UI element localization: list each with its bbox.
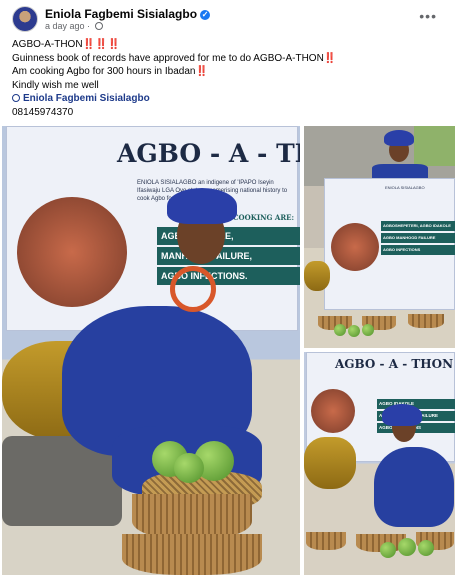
banner-title: AGBO - A - THON — [335, 357, 454, 371]
banner-photo-circle — [311, 389, 355, 433]
post-line: Kindly wish me well — [12, 79, 99, 91]
banner-photo-circle — [17, 197, 127, 307]
green-fruit — [380, 542, 396, 558]
banner-band-1: AGBOSHEPETERI, AGBO IDAKOLE — [381, 221, 455, 231]
banner-band-3: AGBO INFECTIONS — [381, 245, 455, 255]
globe-icon — [94, 22, 103, 30]
green-fruit — [362, 324, 374, 336]
gele-headwrap — [384, 130, 414, 146]
author-name-text[interactable]: Eniola Fagbemi Sisialagbo — [45, 7, 197, 21]
post-line: AGBO-A-THON‼️‼️‼️ — [12, 39, 120, 50]
tree — [414, 126, 455, 166]
banner-subtitle: ENIOLA SISIALAGBO — [385, 185, 425, 190]
verified-check-icon: ✓ — [200, 10, 211, 20]
coral-beads — [170, 266, 216, 312]
banner-photo-circle — [331, 223, 379, 271]
avatar[interactable] — [12, 6, 38, 32]
banner: ENIOLA SISIALAGBO AGBOSHEPETERI, AGBO ID… — [324, 178, 455, 310]
mention-icon — [12, 94, 20, 102]
gele-headwrap — [382, 404, 422, 426]
author-name[interactable]: Eniola Fagbemi Sisialagbo ✓ — [45, 7, 211, 21]
basket — [122, 534, 262, 575]
basket — [132, 494, 252, 539]
banner-band-2: AGBO MANHOOD FAILURE — [381, 233, 455, 243]
post-header: Eniola Fagbemi Sisialagbo ✓ a day ago · •… — [10, 6, 447, 32]
post-meta: a day ago · — [45, 21, 103, 31]
cooking-pot — [304, 261, 330, 291]
photo-top-right[interactable]: ENIOLA SISIALAGBO AGBOSHEPETERI, AGBO ID… — [304, 126, 455, 348]
mention-link[interactable]: Eniola Fagbemi Sisialagbo — [12, 92, 442, 106]
photo-grid: AGBO - A - THON ENIOLA SISIALAGBO an ind… — [2, 126, 455, 575]
cooking-pot — [304, 437, 356, 489]
basket — [306, 532, 346, 550]
gele-headwrap — [167, 188, 237, 224]
timestamp[interactable]: a day ago — [45, 21, 85, 31]
post-line: Am cooking Agbo for 300 hours in Ibadan‼… — [12, 66, 208, 77]
woman-figure — [374, 447, 454, 527]
facebook-post: Eniola Fagbemi Sisialagbo ✓ a day ago · •… — [0, 0, 457, 575]
green-fruit — [398, 538, 416, 556]
post-text: AGBO-A-THON‼️‼️‼️ Guinness book of recor… — [12, 38, 442, 119]
banner: AGBO - A - THON ENIOLA SISIALAGBO an ind… — [6, 126, 300, 331]
green-fruit — [348, 325, 360, 337]
mention-text[interactable]: Eniola Fagbemi Sisialagbo — [23, 93, 150, 104]
post-line: Guinness book of records have approved f… — [12, 52, 337, 64]
phone-number: 08145974370 — [12, 106, 74, 118]
green-fruit — [418, 540, 434, 556]
green-fruit — [174, 453, 204, 483]
more-options-icon[interactable]: ••• — [419, 8, 437, 24]
banner-band-2: MANHOOD FAILURE, — [157, 247, 300, 265]
green-fruit — [334, 324, 346, 336]
banner-title: AGBO - A - THON — [117, 139, 300, 168]
photo-main[interactable]: AGBO - A - THON ENIOLA SISIALAGBO an ind… — [2, 126, 300, 575]
photo-bottom-right[interactable]: AGBO - A - THON AGBO IDAKOLE AGBO MANHOO… — [304, 352, 455, 575]
basket — [408, 314, 444, 328]
